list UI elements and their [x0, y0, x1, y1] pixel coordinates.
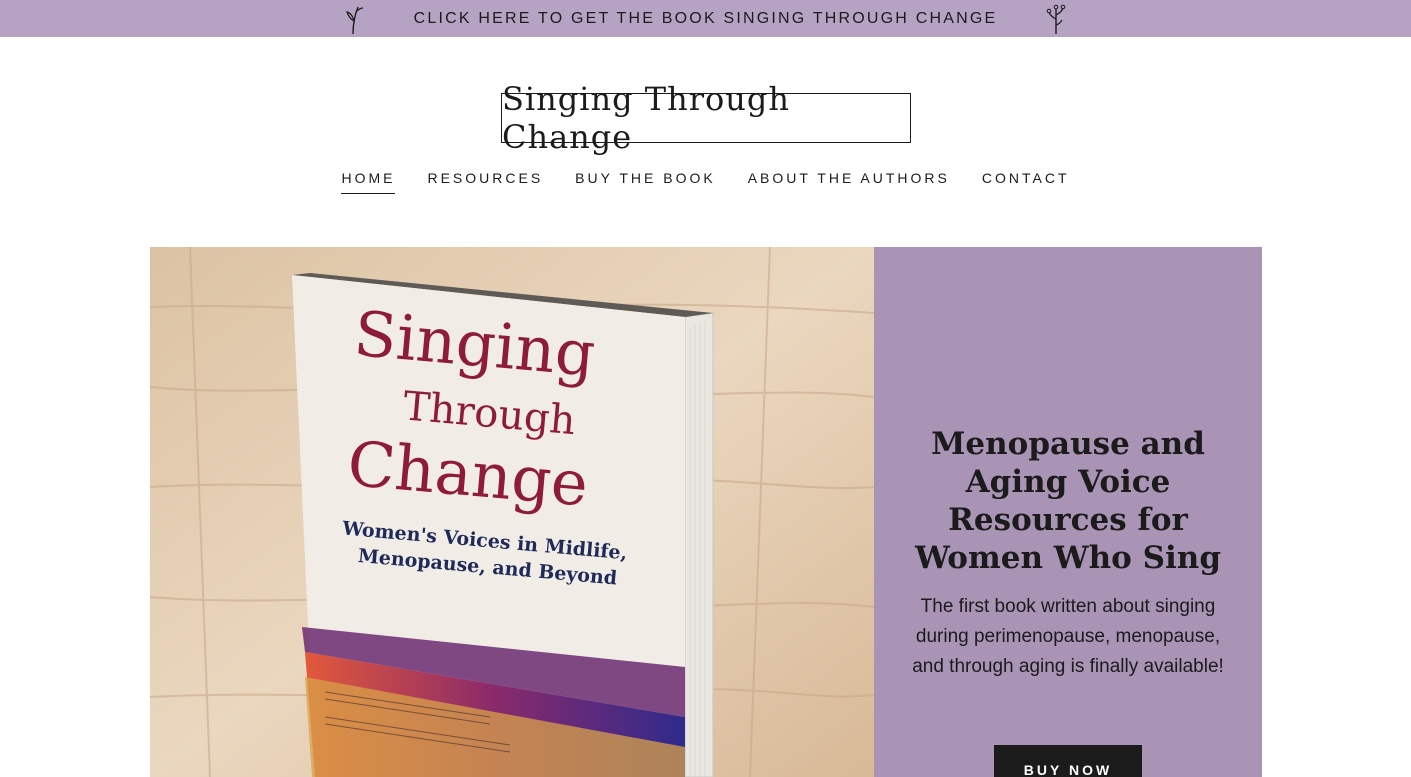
sprig-icon: [345, 6, 363, 34]
nav-item-home[interactable]: HOME: [341, 170, 396, 194]
announcement-link[interactable]: CLICK HERE TO GET THE BOOK SINGING THROU…: [414, 10, 998, 28]
nav-item-about-the-authors[interactable]: ABOUT THE AUTHORS: [748, 170, 950, 194]
nav-item-buy-the-book[interactable]: BUY THE BOOK: [575, 170, 716, 194]
nav-item-resources[interactable]: RESOURCES: [427, 170, 543, 194]
buy-now-button[interactable]: BUY NOW: [994, 745, 1142, 777]
nav-item-contact[interactable]: CONTACT: [982, 170, 1070, 194]
site-title[interactable]: Singing Through Change: [501, 80, 911, 156]
hero-panel: Menopause and Aging Voice Resources for …: [874, 247, 1262, 777]
announcement-bar[interactable]: CLICK HERE TO GET THE BOOK SINGING THROU…: [0, 0, 1411, 37]
sprig-icon: [1047, 4, 1066, 34]
hero-heading: Menopause and Aging Voice Resources for …: [914, 426, 1222, 576]
main-nav: HOME RESOURCES BUY THE BOOK ABOUT THE AU…: [0, 170, 1411, 194]
hero-description: The first book written about singing dur…: [912, 596, 1224, 677]
book-cover-image: Singing Through Change Women's Voices in…: [150, 247, 874, 777]
